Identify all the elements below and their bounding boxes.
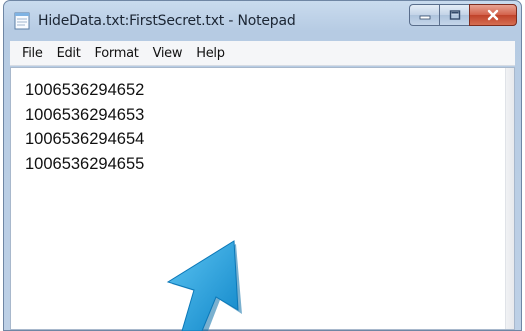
text-line: 1006536294652	[25, 81, 145, 99]
menu-format[interactable]: Format	[89, 46, 145, 61]
close-button[interactable]	[469, 4, 517, 26]
notepad-icon	[14, 12, 30, 30]
text-line: 1006536294653	[25, 105, 145, 124]
title-bar[interactable]: HideData.txt:FirstSecret.txt - Notepad	[4, 1, 521, 39]
minimize-icon	[419, 15, 430, 20]
arrow-up-icon	[166, 240, 242, 331]
minimize-button[interactable]	[409, 4, 439, 26]
menu-edit[interactable]: Edit	[51, 46, 87, 61]
close-icon	[487, 9, 499, 21]
menu-bar: File Edit Format View Help	[10, 41, 515, 66]
vertical-scrollbar[interactable]	[505, 68, 514, 329]
window-title: HideData.txt:FirstSecret.txt - Notepad	[38, 13, 296, 29]
text-line: 1006536294654	[25, 130, 145, 148]
menu-view[interactable]: View	[147, 46, 189, 61]
text-content: 1006536294652 1006536294653 100653629465…	[25, 78, 144, 176]
menu-help[interactable]: Help	[190, 46, 230, 61]
text-line: 1006536294655	[25, 154, 145, 173]
maximize-button[interactable]	[439, 4, 469, 26]
caption-buttons	[409, 4, 517, 28]
maximize-icon	[449, 10, 460, 20]
menu-file[interactable]: File	[16, 46, 49, 61]
